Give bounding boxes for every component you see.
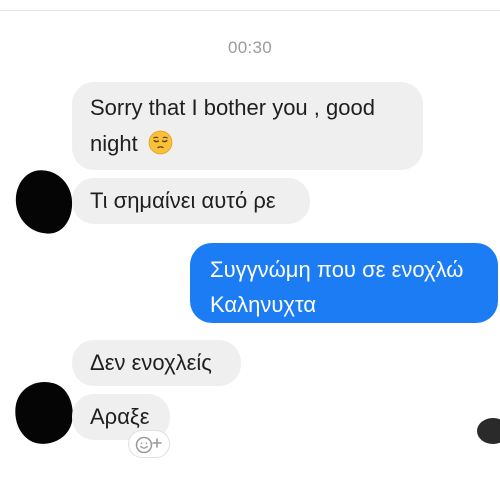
message-text: Δεν ενοχλείς [90, 350, 212, 375]
message-text-line: Συγγνώμη που σε ενοχλώ [210, 257, 464, 282]
message-text-line: Καληνυχτα [210, 292, 317, 317]
message-text: Αραξε [90, 404, 150, 429]
redaction-mark [477, 418, 500, 444]
redacted-avatar [12, 167, 76, 237]
redacted-avatar [10, 378, 78, 448]
add-reaction-icon [135, 436, 162, 454]
message-text: Sorry that I bother you , good night [90, 95, 375, 156]
message-text: Τι σημαίνει αυτό ρε [90, 188, 276, 213]
incoming-message-bubble[interactable]: Δεν ενοχλείς [72, 340, 241, 386]
header-divider [0, 10, 500, 11]
incoming-message-bubble[interactable]: Τι σημαίνει αυτό ρε [72, 178, 310, 224]
add-reaction-button[interactable] [128, 430, 170, 458]
incoming-message-bubble[interactable]: Sorry that I bother you , good night [72, 82, 423, 170]
outgoing-message-bubble[interactable]: Συγγνώμη που σε ενοχλώ Καληνυχτα [190, 243, 498, 323]
message-timestamp: 00:30 [227, 38, 273, 57]
pensive-face-icon [148, 130, 173, 155]
